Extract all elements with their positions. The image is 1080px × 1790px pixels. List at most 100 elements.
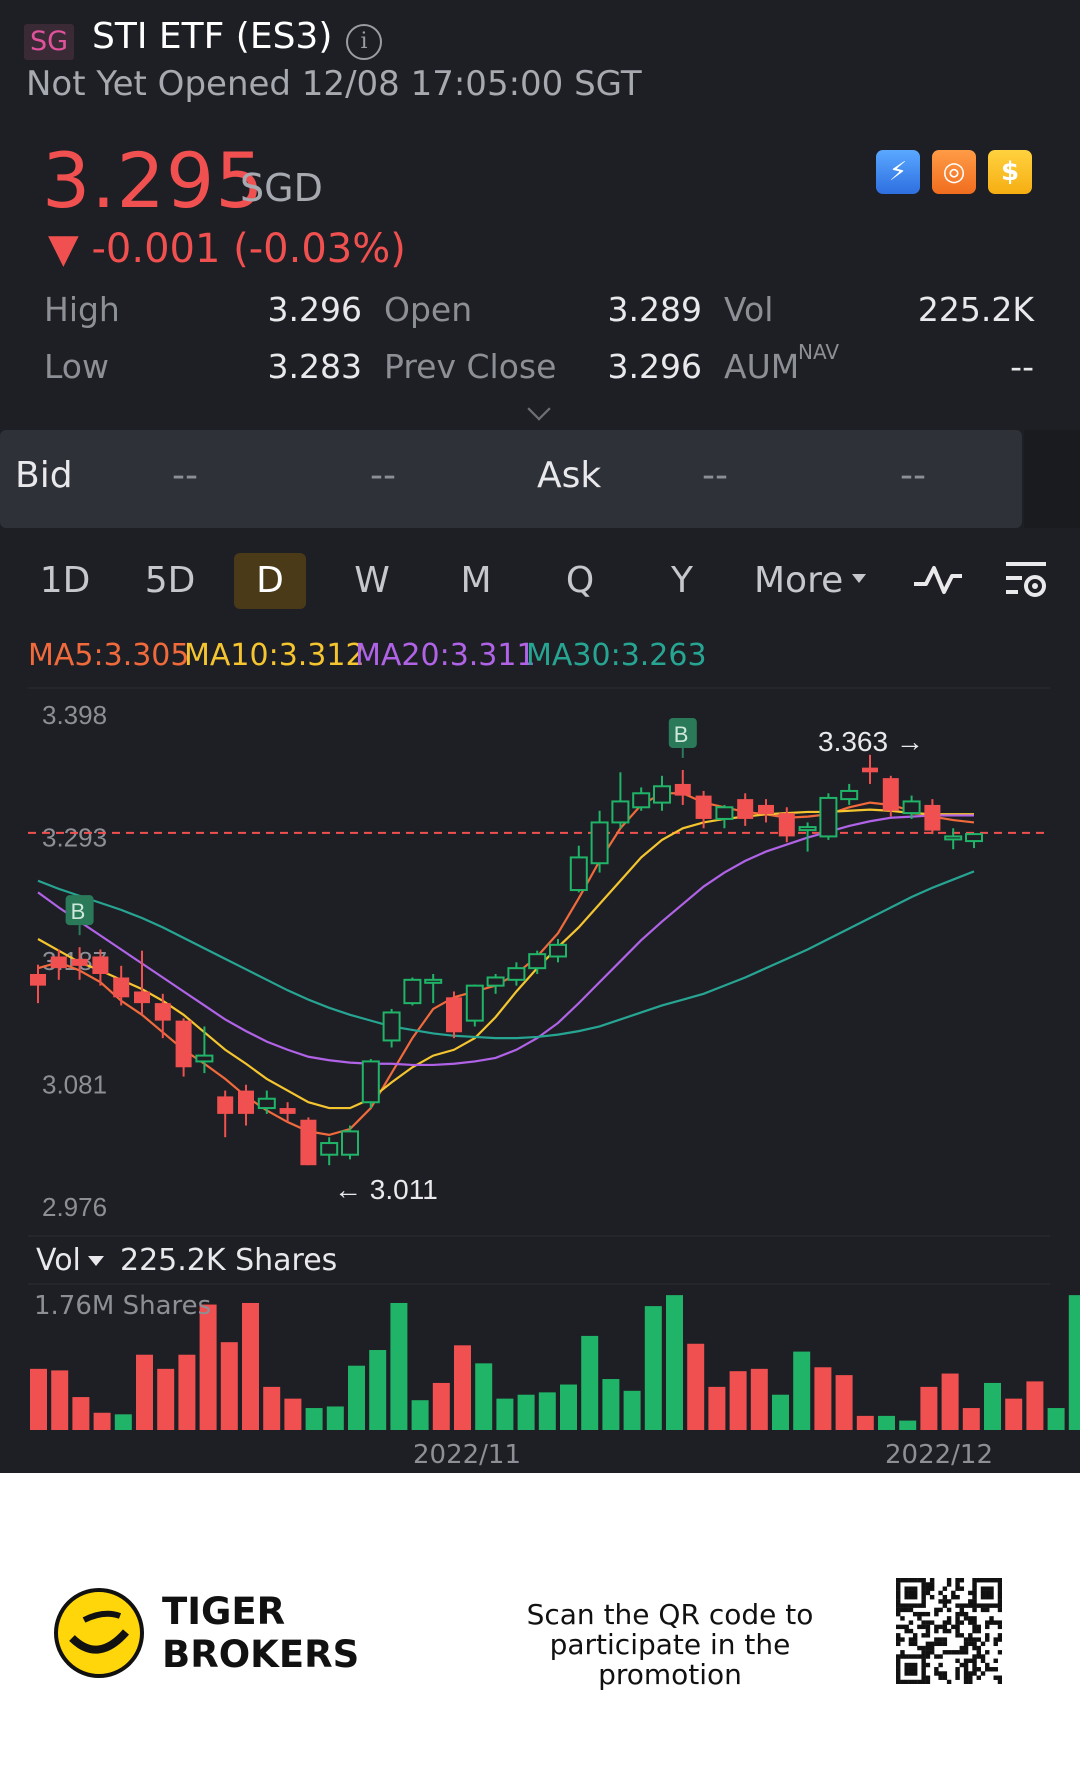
info-icon[interactable]: i: [346, 24, 382, 60]
qr-module: [946, 1628, 952, 1634]
qr-module: [976, 1650, 981, 1655]
y-tick-label: 3.081: [42, 1070, 107, 1100]
chevron-down-icon[interactable]: [527, 397, 551, 421]
qr-module: [896, 1662, 901, 1668]
qr-module: [985, 1620, 990, 1625]
qr-module: [908, 1679, 914, 1684]
qr-module: [976, 1645, 981, 1651]
volume-bar: [326, 1406, 344, 1430]
candlestick-chart[interactable]: 3.3983.2933.1873.0812.976BB3.363 →← 3.01…: [0, 680, 1080, 1470]
qr-module: [972, 1590, 977, 1596]
candle-body: [50, 956, 67, 969]
qr-module: [921, 1675, 926, 1680]
qr-module: [955, 1675, 960, 1680]
qr-module: [989, 1586, 994, 1591]
qr-module: [972, 1586, 977, 1591]
qr-module: [938, 1637, 943, 1642]
qr-module: [955, 1624, 960, 1630]
tab-1d[interactable]: 1D: [30, 553, 100, 609]
qr-module: [908, 1637, 914, 1642]
qr-module: [934, 1628, 939, 1634]
qr-module: [908, 1671, 914, 1676]
stat-label-vol: Vol: [724, 290, 774, 329]
qr-module: [929, 1578, 935, 1583]
volume-bar: [220, 1342, 238, 1430]
tab-y[interactable]: Y: [650, 553, 714, 609]
qr-module: [904, 1590, 909, 1596]
stat-label-open: Open: [384, 290, 473, 329]
qr-module: [989, 1603, 994, 1608]
qr-module: [908, 1603, 914, 1608]
qr-module: [921, 1679, 926, 1684]
qr-module: [963, 1641, 969, 1647]
qr-module: [997, 1603, 1002, 1608]
caret-down-icon[interactable]: [852, 574, 866, 583]
volume-bar: [984, 1382, 1001, 1430]
qr-module: [921, 1667, 926, 1672]
qr-module: [938, 1671, 943, 1676]
qr-module: [972, 1582, 977, 1587]
qr-module: [968, 1603, 973, 1608]
qr-module: [955, 1616, 960, 1621]
ma30-legend: MA30:3.263: [526, 638, 707, 673]
qr-module: [921, 1645, 926, 1651]
tab-m[interactable]: M: [444, 553, 508, 609]
qr-module: [989, 1590, 994, 1596]
qr-module: [921, 1578, 926, 1583]
qr-module: [985, 1650, 990, 1655]
qr-module: [980, 1658, 986, 1663]
qr-module: [938, 1654, 943, 1659]
qr-module: [904, 1624, 909, 1630]
tab-q[interactable]: Q: [548, 553, 612, 609]
lightning-icon[interactable]: ⚡: [876, 150, 920, 194]
qr-module: [925, 1582, 931, 1587]
qr-module: [921, 1611, 926, 1617]
qr-module: [963, 1671, 969, 1676]
qr-module: [959, 1662, 965, 1668]
qr-module: [904, 1603, 909, 1608]
qr-module: [900, 1654, 905, 1659]
qr-module: [904, 1628, 909, 1634]
ask-label: Ask: [537, 455, 602, 496]
qr-module: [925, 1628, 931, 1634]
qr-module: [946, 1607, 952, 1613]
qr-module: [904, 1586, 909, 1591]
qr-module: [980, 1603, 986, 1608]
volume-label[interactable]: Vol: [36, 1243, 81, 1278]
qr-module: [968, 1590, 973, 1596]
qr-module: [938, 1662, 943, 1668]
chart-settings-icon[interactable]: [1002, 558, 1050, 602]
qr-module: [976, 1603, 981, 1608]
tab-5d[interactable]: 5D: [130, 553, 210, 609]
qr-module: [917, 1654, 922, 1659]
qr-module: [904, 1671, 909, 1676]
ma10-legend: MA10:3.312: [184, 638, 365, 673]
qr-module: [921, 1624, 926, 1630]
qr-module: [963, 1611, 969, 1617]
candle-body: [632, 792, 651, 809]
tab-d[interactable]: D: [234, 553, 306, 609]
qr-module: [917, 1578, 922, 1583]
qr-module: [997, 1586, 1002, 1591]
stat-label-low: Low: [44, 347, 109, 386]
qr-module: [912, 1637, 918, 1642]
qr-code-icon[interactable]: [896, 1578, 1002, 1684]
qr-module: [997, 1620, 1002, 1625]
basketball-icon[interactable]: ◎: [932, 150, 976, 194]
qr-module: [942, 1637, 948, 1642]
qr-module: [963, 1603, 969, 1608]
qr-module: [972, 1624, 977, 1630]
qr-module: [972, 1620, 977, 1625]
qr-module: [976, 1637, 981, 1642]
qr-module: [917, 1611, 922, 1617]
stat-value-open: 3.289: [607, 290, 702, 329]
candle-body: [486, 976, 505, 987]
indicator-icon[interactable]: [912, 562, 964, 598]
tab-w[interactable]: W: [340, 553, 404, 609]
dollar-icon[interactable]: $: [988, 150, 1032, 194]
caret-down-icon[interactable]: [88, 1256, 104, 1266]
tab-more[interactable]: More: [754, 553, 848, 609]
qr-module: [912, 1641, 918, 1647]
qr-module: [929, 1650, 935, 1655]
qr-module: [912, 1603, 918, 1608]
